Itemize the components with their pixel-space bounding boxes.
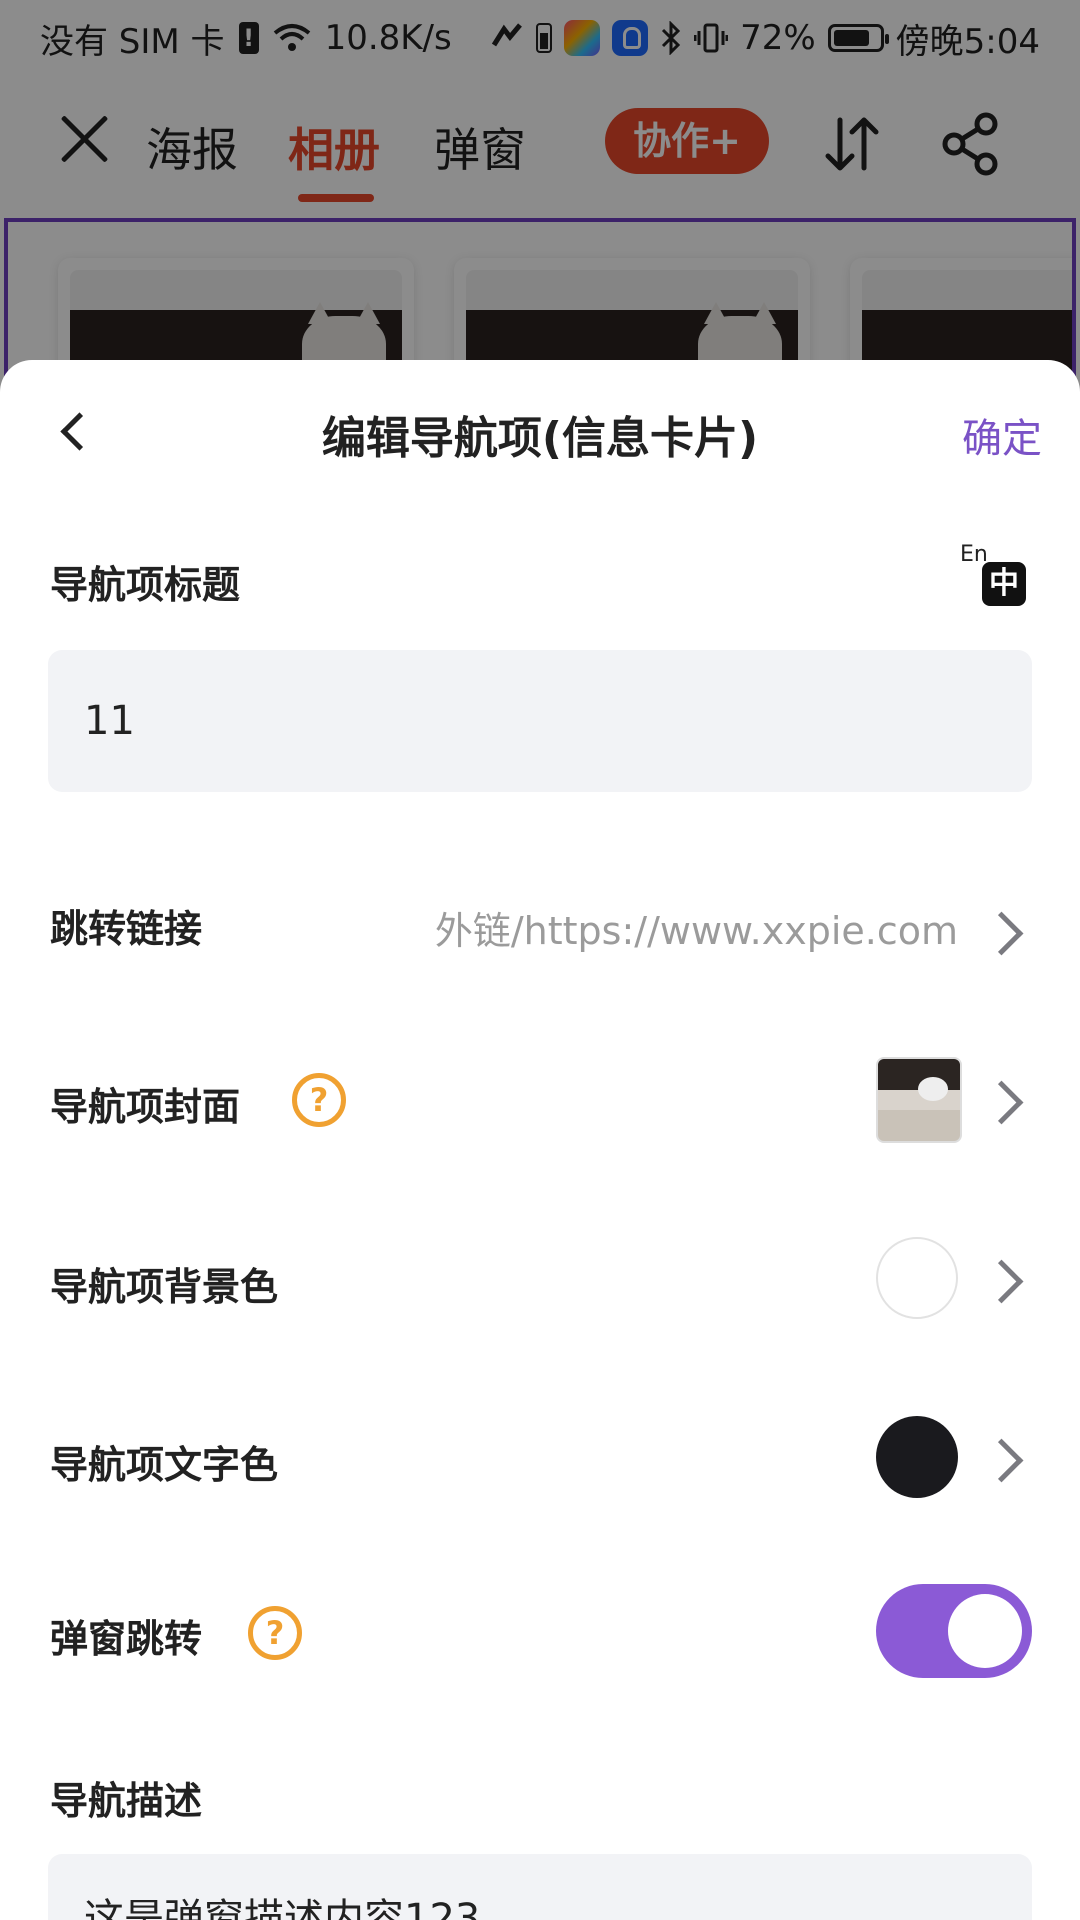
nav-desc-input[interactable]: 这是弹窗描述内容123: [48, 1854, 1032, 1920]
edit-nav-item-sheet: 编辑导航项(信息卡片) 确定 导航项标题 En 中 11 跳转链接 外链/htt…: [0, 360, 1080, 1920]
bg-color-label: 导航项背景色: [50, 1265, 279, 1309]
link-label: 跳转链接: [50, 907, 203, 951]
link-value: 外链/https://www.xxpie.com: [434, 909, 958, 953]
chevron-right-icon: [979, 1080, 1024, 1125]
sheet-title: 编辑导航项(信息卡片): [321, 413, 759, 464]
translate-icon-zh: 中: [982, 562, 1026, 606]
popup-jump-toggle[interactable]: [876, 1584, 1032, 1678]
nav-title-label: 导航项标题: [50, 563, 241, 607]
text-color-swatch: [876, 1416, 958, 1498]
sheet-header: 编辑导航项(信息卡片) 确定: [0, 360, 1080, 510]
text-color-label: 导航项文字色: [50, 1443, 279, 1487]
nav-desc-label: 导航描述: [50, 1779, 203, 1823]
toggle-knob: [948, 1594, 1022, 1668]
translate-icon[interactable]: En 中: [960, 542, 1028, 608]
bg-color-swatch: [876, 1237, 958, 1319]
cover-label: 导航项封面: [50, 1085, 241, 1129]
nav-title-input[interactable]: 11: [48, 650, 1032, 792]
help-icon[interactable]: ?: [248, 1606, 302, 1660]
cover-thumbnail: [876, 1057, 962, 1143]
chevron-right-icon: [979, 1438, 1024, 1483]
popup-jump-label: 弹窗跳转: [50, 1617, 203, 1661]
chevron-right-icon: [979, 1259, 1024, 1304]
confirm-button[interactable]: 确定: [962, 406, 1042, 464]
help-icon[interactable]: ?: [292, 1073, 346, 1127]
chevron-right-icon: [979, 911, 1024, 956]
